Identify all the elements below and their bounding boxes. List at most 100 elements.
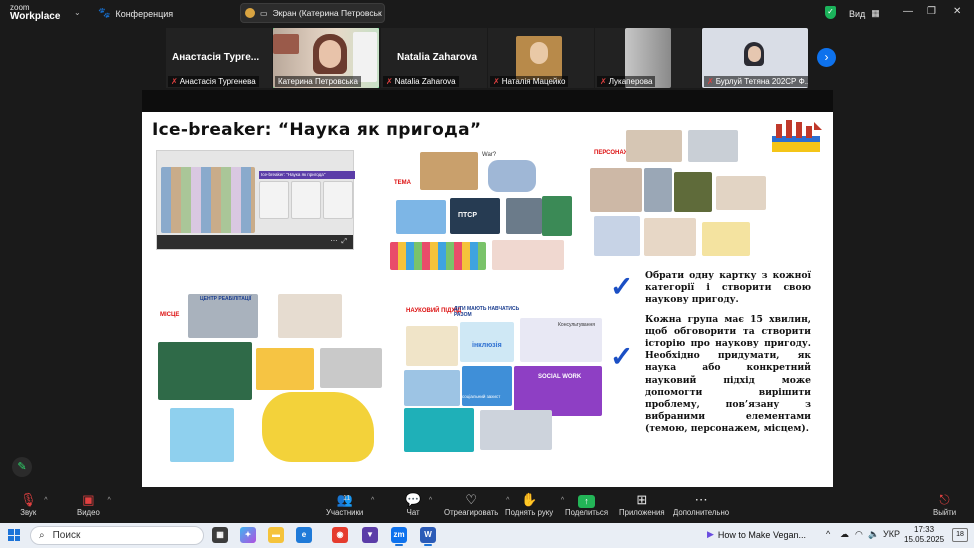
next-page-button[interactable]: › bbox=[817, 48, 836, 67]
misce-image-kindergarten bbox=[170, 408, 234, 462]
chevron-up-icon[interactable]: ^ bbox=[44, 497, 47, 504]
zoom-logo[interactable]: zoom Workplace bbox=[10, 3, 60, 22]
video-wall-detail bbox=[273, 34, 299, 54]
taskbar-search[interactable]: ⌕ Поиск bbox=[30, 526, 204, 545]
leave-button[interactable]: ⎋ Выйти bbox=[933, 491, 956, 517]
participant-tile[interactable]: ✗ Наталія Мацейко bbox=[488, 28, 594, 88]
participant-tile-active[interactable]: Катерина Петровська bbox=[273, 28, 379, 88]
chrome-icon[interactable]: ◉ bbox=[332, 527, 348, 543]
volume-icon[interactable]: 🔈 bbox=[868, 529, 879, 540]
tema-image-head bbox=[506, 198, 542, 234]
label-personazh: ПЕРСОНАЖ bbox=[594, 150, 630, 156]
chevron-up-icon[interactable]: ^ bbox=[371, 497, 374, 504]
participant-strip: Анастасія Турге... ✗ Анастасія Тургенева … bbox=[0, 26, 974, 90]
approach-image-social-protect bbox=[462, 366, 512, 406]
taskbar-running-app[interactable]: ▶ How to Make Vegan... bbox=[707, 529, 806, 540]
share-pill-label: Экран (Катерина Петровськ bbox=[272, 8, 382, 18]
meeting-info-button[interactable]: 🐾 Конференция bbox=[98, 8, 173, 19]
chat-button[interactable]: 💬 Чат ^ bbox=[405, 491, 432, 517]
institute-logo-icon bbox=[772, 120, 822, 152]
expand-icon[interactable]: ⤢ bbox=[341, 238, 347, 245]
mic-muted-icon: ✗ bbox=[707, 77, 714, 86]
encryption-shield-icon[interactable]: ✓ bbox=[825, 6, 836, 19]
wifi-icon[interactable]: ◠ bbox=[855, 529, 863, 540]
misce-image-room bbox=[278, 294, 342, 338]
zoom-meeting-window: zoom Workplace ⌄ 🐾 Конференция ▭ Экран (… bbox=[0, 0, 974, 548]
zoom-taskbar-icon[interactable]: zm bbox=[391, 527, 407, 546]
mic-muted-icon: 🎙 bbox=[20, 492, 37, 507]
misce-image-library bbox=[158, 342, 252, 400]
label-war: War? bbox=[482, 152, 497, 158]
participant-caption: ✗ Natalia Zaharova bbox=[383, 76, 459, 87]
cloud-icon[interactable]: ☁ bbox=[840, 529, 849, 540]
label-social-work: SOCIAL WORK bbox=[538, 374, 582, 380]
participant-tile[interactable]: ✗ Лукаперова bbox=[595, 28, 701, 88]
more-options-icon[interactable]: ⋯ bbox=[331, 238, 338, 245]
windows-start-icon[interactable] bbox=[8, 529, 20, 541]
view-menu-button[interactable]: Вид ▦ bbox=[849, 8, 880, 19]
app-icon[interactable]: ▼ bbox=[362, 527, 378, 543]
mini-card bbox=[259, 181, 289, 219]
label-inclusion: інклюзія bbox=[472, 342, 502, 349]
mini-slide-title: Ice-breaker: "Наука як пригода" bbox=[259, 171, 355, 179]
participant-caption: ✗ Наталія Мацейко bbox=[490, 76, 569, 87]
participant-tile[interactable]: Анастасія Турге... ✗ Анастасія Тургенева bbox=[166, 28, 272, 88]
windows-taskbar: ⌕ Поиск ▦ ✦ ▬ e ◉ ▼ zm W ▶ How to Make V… bbox=[0, 523, 974, 548]
hand-icon: ✋ bbox=[521, 492, 538, 507]
notifications-badge[interactable]: 18 bbox=[952, 528, 968, 542]
chevron-up-icon[interactable]: ^ bbox=[826, 529, 830, 539]
participant-tile[interactable]: Natalia Zaharova ✗ Natalia Zaharova bbox=[381, 28, 487, 88]
label-centre: ЦЕНТР РЕАБІЛІТАЦІЇ bbox=[200, 296, 252, 302]
video-button[interactable]: ▣ Видео ^ bbox=[77, 491, 111, 517]
embedded-slide-preview[interactable]: Ice-breaker: "Наука як пригода" ⋯ ⤢ bbox=[156, 150, 355, 250]
checkmark-icon: ✓ bbox=[610, 271, 634, 302]
minimize-icon[interactable]: — bbox=[903, 6, 913, 17]
embed-controls[interactable]: ⋯ ⤢ bbox=[157, 235, 353, 249]
more-button[interactable]: ⋯ Дополнительно bbox=[673, 491, 729, 517]
persona-image bbox=[626, 130, 682, 162]
mini-image-grid bbox=[161, 167, 255, 233]
word-icon[interactable]: W bbox=[420, 527, 436, 546]
checkmark-icon: ✓ bbox=[610, 341, 634, 372]
label-misce: МІСЦЕ bbox=[160, 312, 180, 318]
edge-icon[interactable]: e bbox=[296, 527, 312, 543]
apps-button[interactable]: ⊞ Приложения bbox=[619, 491, 665, 517]
chevron-up-icon[interactable]: ^ bbox=[561, 497, 564, 504]
screen-share-indicator[interactable]: ▭ Экран (Катерина Петровськ … bbox=[240, 3, 385, 23]
annotate-pen-icon[interactable]: ✎ bbox=[12, 457, 32, 477]
mic-muted-icon: ✗ bbox=[386, 77, 393, 86]
participants-button[interactable]: 👥 11 Участники ^ bbox=[326, 491, 374, 517]
instruction-1: Обрати одну картку з кожної категорії і … bbox=[645, 270, 811, 306]
tema-image-therapy bbox=[396, 200, 446, 234]
file-explorer-icon[interactable]: ▬ bbox=[268, 527, 284, 543]
taskbar-clock[interactable]: 17:33 15.05.2025 bbox=[904, 525, 944, 545]
conference-label: Конференция bbox=[115, 8, 174, 19]
audio-button[interactable]: 🎙 Звук ^ bbox=[20, 491, 48, 517]
participant-caption: ✗ Бурлуй Тетяна 202СР Ф... bbox=[704, 76, 808, 87]
presenter-avatar-icon bbox=[245, 8, 255, 18]
persona-image-family bbox=[702, 222, 750, 256]
tema-image-argue bbox=[420, 152, 478, 190]
apps-icon: ⊞ bbox=[636, 492, 648, 507]
task-view-icon[interactable]: ▦ bbox=[212, 527, 228, 543]
persona-image bbox=[590, 168, 642, 212]
language-indicator[interactable]: УКР bbox=[883, 529, 900, 539]
close-icon[interactable]: ✕ bbox=[953, 6, 961, 17]
instructions-text: Обрати одну картку з кожної категорії і … bbox=[645, 270, 811, 443]
copilot-icon[interactable]: ✦ bbox=[240, 527, 256, 543]
chevron-up-icon[interactable]: ^ bbox=[107, 497, 110, 504]
mini-card bbox=[323, 181, 353, 219]
raise-hand-button[interactable]: ✋ Поднять руку ^ bbox=[505, 491, 564, 517]
share-screen-button[interactable]: ↑ Поделиться bbox=[565, 491, 608, 517]
mic-muted-icon: ✗ bbox=[600, 77, 607, 86]
video-poster bbox=[353, 32, 377, 82]
react-button[interactable]: ♡ Отреагировать ^ bbox=[444, 491, 509, 517]
participant-tile[interactable]: ✗ Бурлуй Тетяна 202СР Ф... bbox=[702, 28, 808, 88]
mini-card bbox=[291, 181, 321, 219]
mic-muted-icon: ✗ bbox=[171, 77, 178, 86]
chevron-down-icon[interactable]: ⌄ bbox=[74, 8, 81, 17]
misce-image-ukraine-map bbox=[262, 392, 374, 462]
restore-icon[interactable]: ❐ bbox=[927, 6, 936, 17]
chevron-up-icon[interactable]: ^ bbox=[429, 497, 432, 504]
participant-big-name: Natalia Zaharova bbox=[397, 52, 478, 63]
